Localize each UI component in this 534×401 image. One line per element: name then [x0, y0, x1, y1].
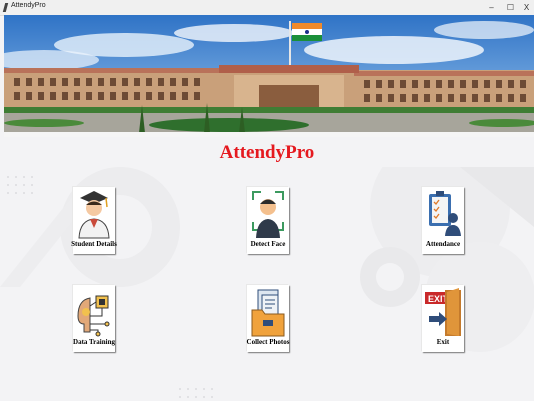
data-training-label: Data Training: [73, 338, 115, 346]
detect-face-label: Detect Face: [250, 240, 286, 248]
attendance-label: Attendance: [425, 240, 461, 248]
attendance-button[interactable]: Attendance: [422, 187, 464, 254]
ai-brain-icon: [77, 295, 110, 337]
app-title-heading: AttendyPro: [219, 142, 315, 163]
exit-label: Exit: [436, 338, 450, 346]
student-details-label: Student Details: [71, 240, 117, 248]
window-title: AttendyPro: [11, 2, 46, 9]
collect-photos-button[interactable]: Collect Photos: [247, 285, 289, 352]
app-feather-icon: [2, 3, 9, 12]
campus-banner-image: [4, 15, 534, 137]
photo-folder-icon: [251, 289, 285, 337]
exit-button[interactable]: EXIT Exit: [422, 285, 464, 352]
collect-photos-label: Collect Photos: [246, 338, 290, 346]
face-scan-icon: [252, 191, 284, 238]
maximize-button[interactable]: ☐: [502, 0, 519, 15]
student-icon: [78, 191, 110, 239]
student-details-button[interactable]: Student Details: [71, 187, 117, 254]
close-button[interactable]: X: [518, 0, 534, 15]
attendance-clipboard-icon: [429, 191, 461, 236]
detect-face-button[interactable]: Detect Face: [247, 187, 289, 254]
minimize-button[interactable]: –: [483, 0, 500, 15]
data-training-button[interactable]: Data Training: [73, 285, 115, 352]
exit-door-icon: EXIT: [425, 288, 461, 336]
window-titlebar[interactable]: AttendyPro – ☐ X: [0, 0, 534, 16]
